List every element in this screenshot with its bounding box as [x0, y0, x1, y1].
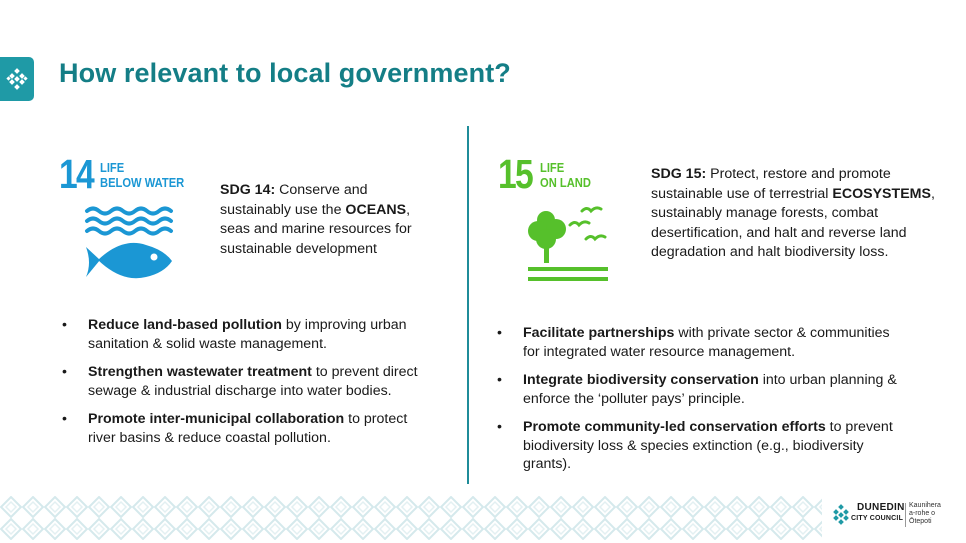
org-name: DUNEDIN: [857, 502, 905, 513]
org-subtitle: CITY COUNCIL: [851, 515, 904, 522]
sdg14-description: SDG 14: Conserve and sustainably use the…: [220, 181, 425, 259]
dunedin-city-council-logo: DUNEDIN CITY COUNCIL Kaunihera a-rohe o …: [829, 500, 959, 534]
sdg14-name: LIFE BELOW WATER: [100, 160, 185, 190]
sdg15-desc-keyword: ECOSYSTEMS: [832, 185, 931, 202]
sdg15-desc-label: SDG 15:: [651, 166, 707, 182]
bullet-dot: •: [497, 325, 502, 341]
list-item: • Reduce land-based pollution by improvi…: [62, 316, 434, 353]
bullet-bold: Promote inter-municipal collaboration: [88, 411, 345, 427]
tree-birds-icon: [528, 206, 608, 281]
sdg15-name: LIFE ON LAND: [540, 160, 591, 190]
bullet-dot: •: [497, 419, 502, 435]
bullet-dot: •: [62, 364, 67, 380]
footer-pattern: [0, 496, 822, 540]
bullet-dot: •: [62, 317, 67, 333]
list-item: • Facilitate partnerships with private s…: [497, 324, 897, 361]
bullet-dot: •: [62, 411, 67, 427]
column-divider: [467, 126, 469, 484]
bullet-bold: Integrate biodiversity conservation: [523, 372, 759, 388]
bullet-bold: Facilitate partnerships: [523, 325, 675, 341]
list-item: • Promote community-led conservation eff…: [497, 418, 897, 474]
sdg15-description: SDG 15: Protect, restore and promote sus…: [651, 165, 941, 263]
bullet-bold: Strengthen wastewater treatment: [88, 364, 312, 380]
list-item: • Integrate biodiversity conservation in…: [497, 371, 897, 408]
sdg15-bullet-list: • Facilitate partnerships with private s…: [497, 324, 897, 484]
sdg14-bullet-list: • Reduce land-based pollution by improvi…: [62, 316, 434, 457]
org-maori-name: Kaunihera a-rohe o Ōtepoti: [909, 502, 941, 525]
bullet-bold: Reduce land-based pollution: [88, 317, 282, 333]
list-item: • Promote inter-municipal collaboration …: [62, 410, 434, 447]
sdg14-desc-keyword: OCEANS: [345, 201, 407, 218]
bullet-bold: Promote community-led conservation effor…: [523, 419, 826, 435]
diamond-pattern-icon: [6, 68, 28, 90]
section-logo-tile: [0, 57, 34, 101]
dcc-logo-icon: [833, 504, 849, 525]
fish-waves-icon: [85, 206, 173, 279]
sdg15-number: 15: [498, 151, 534, 197]
logo-separator: [905, 503, 906, 527]
bullet-dot: •: [497, 372, 502, 388]
list-item: • Strengthen wastewater treatment to pre…: [62, 363, 434, 400]
sdg14-desc-label: SDG 14:: [220, 182, 276, 198]
page-title: How relevant to local government?: [59, 58, 511, 88]
sdg14-number: 14: [59, 151, 95, 197]
